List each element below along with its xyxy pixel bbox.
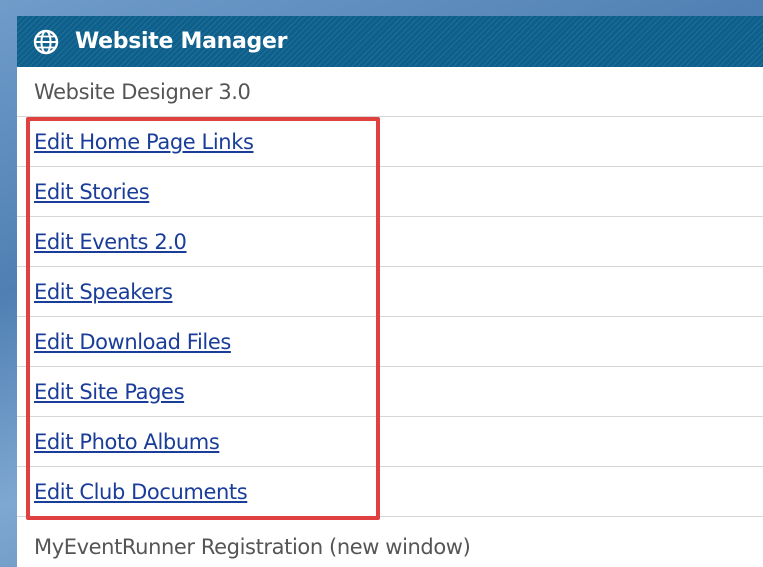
panel-header: Website Manager	[17, 16, 763, 67]
edit-home-page-links-link[interactable]: Edit Home Page Links	[34, 130, 254, 154]
website-designer-label: Website Designer 3.0	[34, 79, 251, 104]
globe-icon	[33, 29, 59, 54]
edit-club-documents-link[interactable]: Edit Club Documents	[34, 480, 248, 504]
myeventrunner-registration-label[interactable]: MyEventRunner Registration (new window)	[34, 535, 471, 559]
list-item-edit-stories: Edit Stories	[17, 167, 763, 217]
edit-photo-albums-link[interactable]: Edit Photo Albums	[34, 430, 220, 454]
website-manager-panel: Website Manager Website Designer 3.0 Edi…	[17, 16, 763, 567]
list-item-edit-speakers: Edit Speakers	[17, 267, 763, 317]
edit-speakers-link[interactable]: Edit Speakers	[34, 280, 173, 304]
list-item-edit-events: Edit Events 2.0	[17, 217, 763, 267]
list-item-edit-photo-albums: Edit Photo Albums	[17, 417, 763, 467]
list-item-edit-club-documents: Edit Club Documents	[17, 467, 763, 517]
list-item-edit-home-page-links: Edit Home Page Links	[17, 117, 763, 167]
list-item-edit-download-files: Edit Download Files	[17, 317, 763, 367]
edit-stories-link[interactable]: Edit Stories	[34, 180, 150, 204]
edit-events-link[interactable]: Edit Events 2.0	[34, 230, 187, 254]
list-item-edit-site-pages: Edit Site Pages	[17, 367, 763, 417]
list-item-myeventrunner-registration: MyEventRunner Registration (new window)	[17, 522, 763, 567]
list-item-website-designer: Website Designer 3.0	[17, 67, 763, 117]
panel-title: Website Manager	[75, 29, 288, 54]
edit-site-pages-link[interactable]: Edit Site Pages	[34, 380, 185, 404]
edit-download-files-link[interactable]: Edit Download Files	[34, 330, 231, 354]
